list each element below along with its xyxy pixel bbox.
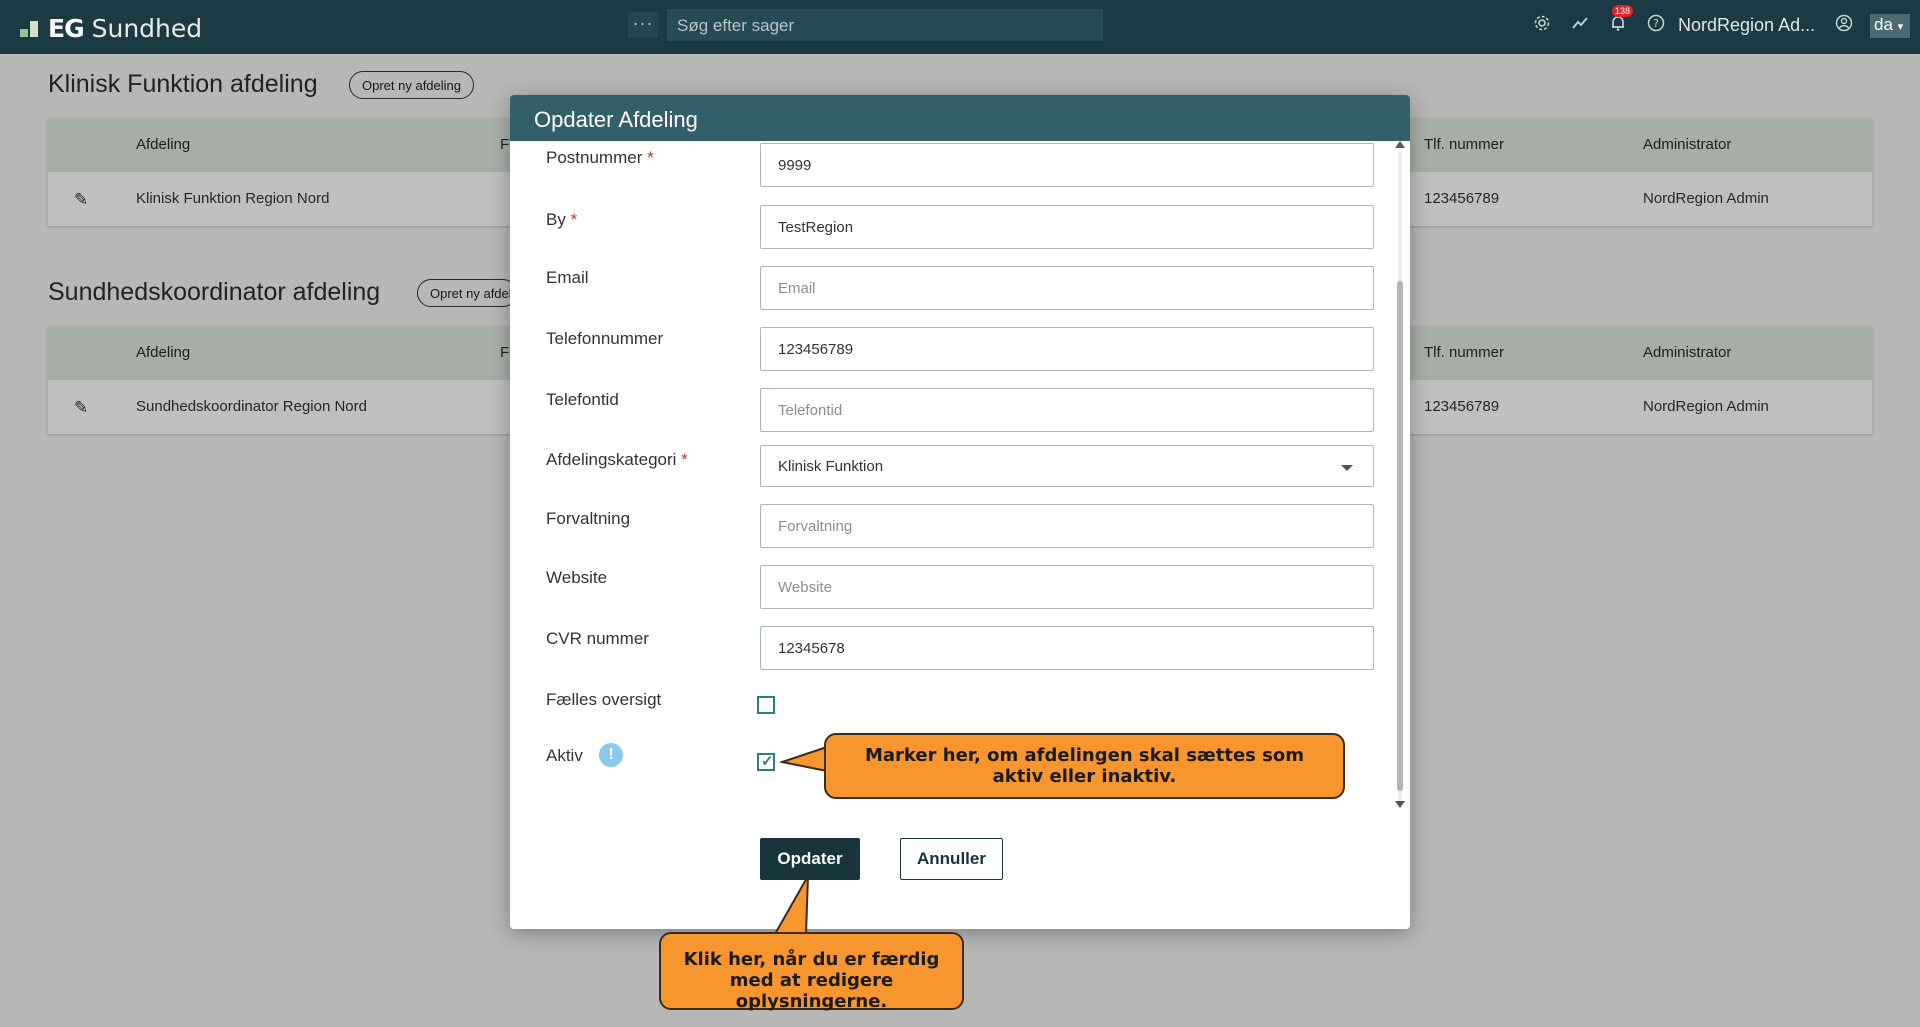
telefonnummer-field[interactable]: 123456789 (760, 327, 1374, 371)
update-department-dialog: Opdater Afdeling Postnummer * 9999 By * … (510, 95, 1410, 929)
aktiv-callout-pointer (780, 745, 828, 773)
update-callout-pointer (773, 875, 809, 935)
language-value: da (1874, 15, 1893, 34)
notification-badge: 138 (1612, 5, 1634, 17)
cvr-field[interactable]: 12345678 (760, 626, 1374, 670)
top-bar: EG Sundhed ··· Søg efter sager 138 ? Nor… (0, 0, 1920, 54)
dialog-title: Opdater Afdeling (510, 95, 1410, 141)
trend-icon[interactable] (1569, 14, 1591, 36)
language-select[interactable]: da ▾ (1870, 14, 1910, 38)
aktiv-checkbox[interactable]: ✓ (757, 753, 775, 771)
telefontid-label: Telefontid (546, 390, 619, 409)
user-icon[interactable] (1833, 14, 1855, 36)
faelles-oversigt-checkbox[interactable] (757, 696, 775, 714)
chevron-down-icon: ▾ (1897, 21, 1904, 33)
faelles-oversigt-label: Fælles oversigt (546, 690, 662, 709)
logo-sundhed-text: Sundhed (91, 14, 203, 43)
afdelingskategori-label: Afdelingskategori * (546, 450, 688, 469)
checkmark-icon: ✓ (761, 753, 774, 770)
aktiv-label: Aktiv (546, 746, 583, 765)
website-field[interactable]: Website (760, 565, 1374, 609)
cancel-button[interactable]: Annuller (900, 838, 1003, 880)
email-label: Email (546, 268, 589, 287)
cvr-label: CVR nummer (546, 629, 649, 648)
telefontid-field[interactable]: Telefontid (760, 388, 1374, 432)
update-callout: Klik her, når du er færdig med at redige… (659, 932, 964, 1012)
by-field[interactable]: TestRegion (760, 205, 1374, 249)
postnummer-field[interactable]: 9999 (760, 143, 1374, 187)
forvaltning-field[interactable]: Forvaltning (760, 504, 1374, 548)
dropdown-caret-icon (1341, 465, 1353, 471)
website-label: Website (546, 568, 608, 587)
afdelingskategori-select[interactable]: Klinisk Funktion (760, 445, 1374, 487)
svg-text:?: ? (1653, 17, 1659, 30)
forvaltning-label: Forvaltning (546, 509, 631, 528)
telefonnummer-label: Telefonnummer (546, 329, 664, 348)
help-icon[interactable]: ? (1645, 14, 1667, 36)
scroll-thumb[interactable] (1397, 281, 1403, 791)
email-field[interactable]: Email (760, 266, 1374, 310)
postnummer-label: Postnummer * (546, 148, 654, 167)
eg-sundhed-logo[interactable]: EG Sundhed (20, 14, 202, 43)
gear-icon[interactable] (1531, 14, 1553, 36)
dialog-scrollbar[interactable] (1394, 141, 1406, 811)
aktiv-callout: Marker her, om afdelingen skal sættes so… (824, 733, 1345, 799)
user-name[interactable]: NordRegion Ad... (1678, 15, 1815, 36)
logo-mark-icon (20, 19, 40, 39)
scroll-up-arrow-icon[interactable] (1395, 141, 1405, 148)
logo-eg-text: EG (48, 14, 85, 43)
info-icon[interactable]: ! (599, 743, 623, 767)
bell-icon[interactable] (1607, 14, 1629, 36)
dialog-form: Postnummer * 9999 By * TestRegion Email … (510, 141, 1410, 811)
search-input[interactable]: Søg efter sager (667, 9, 1103, 41)
more-menu-button[interactable]: ··· (628, 12, 658, 38)
by-label: By * (546, 210, 578, 229)
scroll-down-arrow-icon[interactable] (1395, 801, 1405, 808)
afdelingskategori-value: Klinisk Funktion (778, 458, 884, 475)
